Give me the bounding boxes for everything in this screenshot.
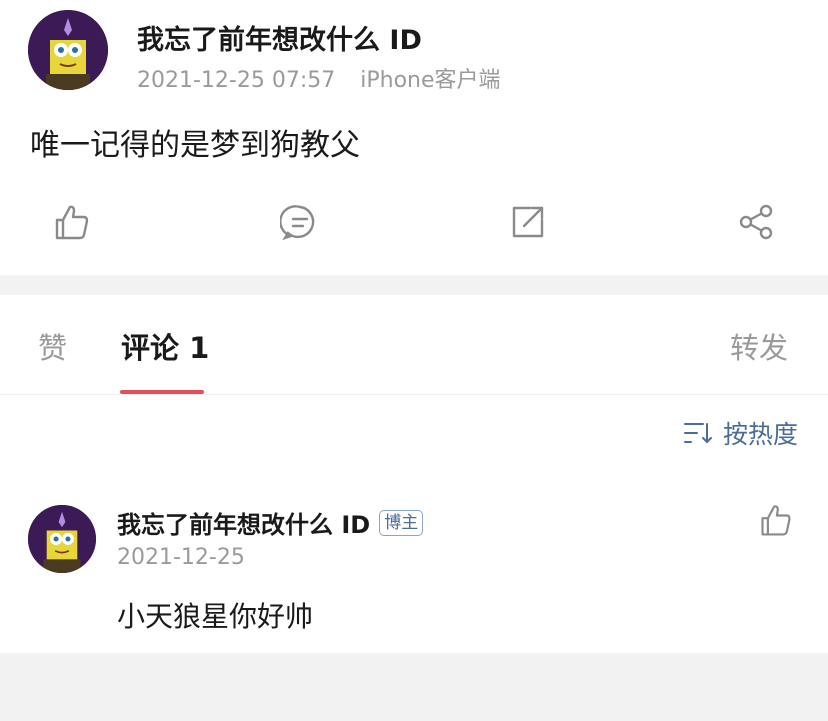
sort-label: 按热度 [722, 420, 798, 449]
author-name[interactable]: 我忘了前年想改什么 ID [137, 18, 422, 57]
like-icon[interactable] [52, 202, 92, 242]
comment-icon[interactable] [280, 202, 320, 242]
tabs-divider [0, 394, 828, 395]
post-timestamp: 2021-12-25 07:57 [137, 68, 336, 93]
comment-like-icon[interactable] [758, 502, 794, 538]
post-card: 我忘了前年想改什么 ID 2021-12-25 07:57 iPhone客户端 … [0, 0, 828, 275]
commenter-name-text[interactable]: 我忘了前年想改什么 ID [117, 505, 370, 540]
tab-reposts[interactable]: 转发 [730, 325, 788, 367]
sort-icon [683, 423, 712, 444]
commenter-name: 我忘了前年想改什么 ID 博主 [117, 505, 424, 540]
comment-date: 2021-12-25 [117, 545, 245, 570]
comment-text: 小天狼星你好帅 [117, 600, 314, 633]
commenter-avatar[interactable] [28, 505, 96, 573]
repost-icon[interactable] [508, 202, 548, 242]
author-badge: 博主 [379, 509, 424, 536]
post-body: 唯一记得的是梦到狗教父 [30, 128, 360, 163]
post-meta: 2021-12-25 07:57 iPhone客户端 [137, 62, 501, 94]
author-avatar[interactable] [28, 10, 108, 90]
sort-button[interactable]: 按热度 [683, 415, 798, 451]
post-source: iPhone客户端 [360, 68, 501, 93]
share-icon[interactable] [736, 202, 776, 242]
tab-likes[interactable]: 赞 [38, 325, 67, 367]
tab-comments[interactable]: 评论 1 [121, 325, 209, 367]
